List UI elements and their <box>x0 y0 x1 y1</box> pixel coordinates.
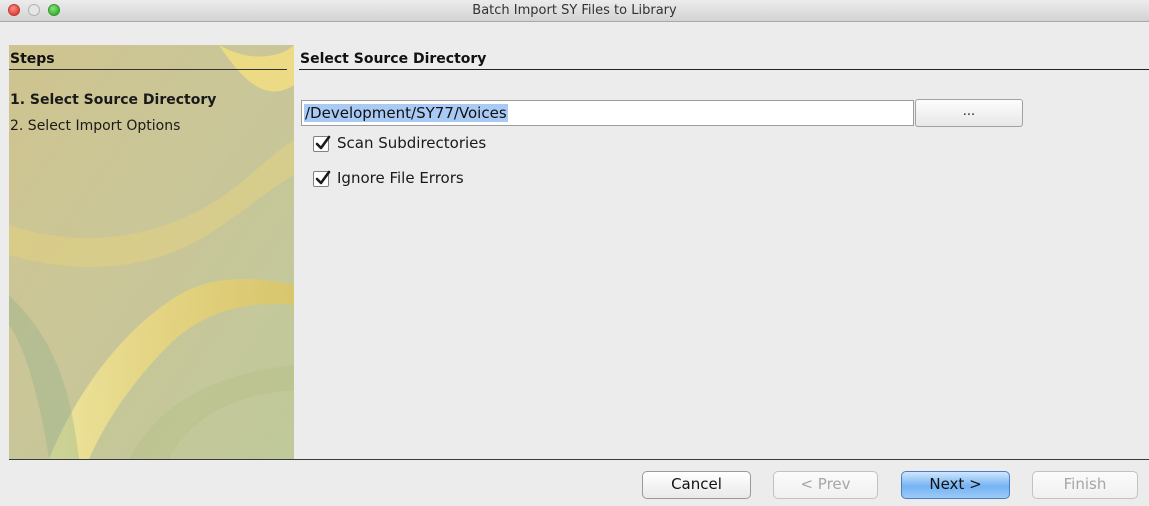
window-title: Batch Import SY Files to Library <box>472 3 677 18</box>
step-select-import-options: 2. Select Import Options <box>10 118 181 134</box>
source-directory-field[interactable]: /Development/SY77/Voices <box>301 100 914 126</box>
cancel-button[interactable]: Cancel <box>642 471 751 499</box>
batch-import-window: Batch Import SY Files to Library Steps 1… <box>0 0 1149 506</box>
source-directory-value[interactable]: /Development/SY77/Voices <box>304 104 508 122</box>
step-select-source-directory: 1. Select Source Directory <box>10 92 217 108</box>
panel-title: Select Source Directory <box>299 48 1149 70</box>
checkmark-icon <box>315 135 331 150</box>
ignore-file-errors-checkbox[interactable] <box>313 170 331 187</box>
prev-button[interactable]: < Prev <box>773 471 878 499</box>
bottom-divider <box>9 459 1149 460</box>
next-button[interactable]: Next > <box>901 471 1010 499</box>
steps-header: Steps <box>9 48 287 70</box>
scan-subdirectories-checkbox[interactable] <box>313 135 331 152</box>
scan-subdirectories-label[interactable]: Scan Subdirectories <box>337 134 486 152</box>
browse-button[interactable]: ... <box>915 99 1023 127</box>
ignore-file-errors-label[interactable]: Ignore File Errors <box>337 169 464 187</box>
checkmark-icon <box>315 170 331 185</box>
finish-button[interactable]: Finish <box>1032 471 1138 499</box>
title-bar[interactable]: Batch Import SY Files to Library <box>0 0 1149 22</box>
